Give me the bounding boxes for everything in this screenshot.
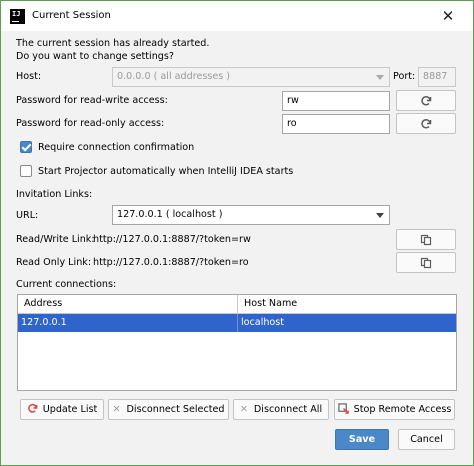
column-header-host-name[interactable]: Host Name: [238, 295, 456, 314]
refresh-icon: [421, 119, 432, 129]
copy-icon: [420, 257, 432, 269]
disconnect-selected-button[interactable]: ✕ Disconnect Selected: [108, 399, 229, 420]
table-cell-host-name: localhost: [241, 317, 285, 328]
invitation-heading: Invitation Links:: [16, 189, 93, 200]
update-list-label: Update List: [42, 404, 98, 415]
autostart-label: Start Projector automatically when Intel…: [38, 166, 294, 177]
autostart-checkbox[interactable]: [20, 165, 32, 177]
intellij-app-icon: IJ: [10, 9, 25, 24]
refresh-icon: [27, 403, 38, 413]
rw-link-value: http://127.0.0.1:8887/?token=rw: [93, 234, 251, 245]
close-icon[interactable]: ✕: [437, 5, 459, 27]
update-list-button[interactable]: Update List: [20, 399, 104, 420]
disconnect-selected-label: Disconnect Selected: [126, 404, 225, 415]
refresh-icon: [421, 96, 432, 106]
disconnect-icon: ✕: [112, 404, 121, 415]
chevron-down-icon: [376, 213, 384, 218]
window-title: Current Session: [32, 10, 111, 21]
rw-password-label: Password for read-write access:: [16, 95, 168, 106]
ro-link-value: http://127.0.0.1:8887/?token=ro: [93, 257, 249, 268]
host-select[interactable]: 0.0.0.0 ( all addresses ): [112, 67, 390, 87]
copy-ro-link-button[interactable]: [396, 252, 456, 273]
connections-table[interactable]: Address Host Name 127.0.0.1 localhost: [17, 294, 457, 391]
url-label: URL:: [16, 210, 39, 221]
host-label: Host:: [16, 71, 42, 82]
require-confirmation-checkbox[interactable]: [20, 141, 32, 153]
disconnect-icon: ✕: [239, 404, 248, 415]
connections-heading: Current connections:: [16, 279, 117, 290]
chevron-down-icon: [376, 75, 384, 80]
port-label: Port:: [393, 71, 416, 82]
rw-link-label: Read/Write Link:: [16, 234, 95, 245]
ro-link-label: Read Only Link:: [16, 257, 92, 268]
cancel-button[interactable]: Cancel: [398, 429, 455, 450]
stop-remote-access-label: Stop Remote Access: [353, 404, 452, 415]
title-bar: IJ Current Session ✕: [1, 1, 473, 31]
stop-icon: [337, 402, 349, 414]
ro-password-label: Password for read-only access:: [16, 118, 165, 129]
require-confirmation-label: Require connection confirmation: [38, 142, 195, 153]
column-header-address[interactable]: Address: [18, 295, 238, 314]
url-select[interactable]: 127.0.0.1 ( localhost ): [112, 205, 390, 225]
table-cell-address: 127.0.0.1: [18, 314, 238, 332]
copy-icon: [420, 234, 432, 246]
table-row[interactable]: 127.0.0.1 localhost: [18, 314, 456, 332]
stop-remote-access-button[interactable]: Stop Remote Access: [334, 399, 455, 420]
save-button[interactable]: Save: [335, 429, 389, 450]
disconnect-all-button[interactable]: ✕ Disconnect All: [233, 399, 329, 420]
ro-password-field[interactable]: ro: [282, 114, 390, 134]
port-field[interactable]: 8887: [418, 67, 456, 87]
ro-refresh-button[interactable]: [396, 113, 456, 134]
dialog-window: IJ Current Session ✕ The current session…: [0, 0, 474, 466]
rw-password-field[interactable]: rw: [282, 91, 390, 111]
intro-line-2: Do you want to change settings?: [16, 51, 174, 62]
intro-line-1: The current session has already started.: [16, 38, 210, 49]
rw-refresh-button[interactable]: [396, 90, 456, 111]
copy-rw-link-button[interactable]: [396, 229, 456, 250]
disconnect-all-label: Disconnect All: [253, 404, 323, 415]
